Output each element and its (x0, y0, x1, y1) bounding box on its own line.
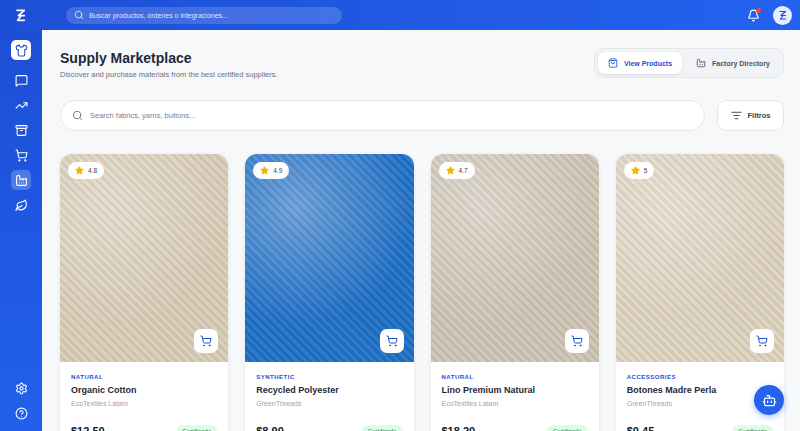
sidebar (0, 30, 42, 431)
product-supplier: GreenThreads (256, 400, 402, 407)
certified-badge: Certificado (362, 425, 403, 431)
view-toggle-button[interactable]: Factory Directory (686, 52, 780, 74)
filter-button[interactable]: Filtros (717, 100, 784, 131)
product-search-placeholder: Search fabrics, yarns, buttons... (90, 111, 195, 120)
help-icon (15, 407, 28, 420)
product-category: NATURAL (71, 374, 217, 380)
global-search[interactable]: Buscar productos, órdenes o integracione… (66, 7, 342, 24)
sidebar-item[interactable] (11, 70, 31, 90)
page-subtitle: Discover and purchase materials from the… (60, 70, 278, 79)
user-avatar[interactable] (773, 6, 792, 25)
view-toggle-button[interactable]: View Products (598, 52, 682, 74)
product-price: $12.50 (71, 425, 105, 431)
product-supplier: EcoTextiles Latam (71, 400, 217, 407)
product-card[interactable]: 4.7 NATURAL Lino Premium Natural EcoTextile… (431, 154, 599, 431)
logo-icon (13, 7, 29, 23)
cart-icon (200, 335, 212, 347)
bag-icon (608, 58, 618, 68)
rating-badge: 4.7 (439, 162, 475, 179)
cart-icon (571, 335, 583, 347)
page-title: Supply Marketplace (60, 50, 278, 66)
logo[interactable] (0, 7, 42, 23)
avatar-logo-icon (777, 9, 789, 21)
view-toggle: View ProductsFactory Directory (594, 48, 784, 78)
star-icon (631, 166, 640, 175)
certified-badge: Certificado (732, 425, 773, 431)
sidebar-item[interactable] (11, 40, 31, 60)
product-card[interactable]: 4.9 SYNTHETIC Recycled Polyester GreenThrea… (245, 154, 413, 431)
rating-badge: 5 (624, 162, 655, 179)
sidebar-item[interactable] (11, 145, 31, 165)
product-photo: 5 (616, 154, 784, 362)
add-to-cart-button[interactable] (194, 329, 218, 353)
cart-icon (386, 335, 398, 347)
product-category: ACCESSORIES (627, 374, 773, 380)
app-shell: Buscar productos, órdenes o integracione… (0, 0, 800, 431)
product-price: $18.20 (442, 425, 476, 431)
add-to-cart-button[interactable] (565, 329, 589, 353)
product-supplier: EcoTextiles Latam (442, 400, 588, 407)
product-supplier: GreenThreads (627, 400, 773, 407)
top-bar: Buscar productos, órdenes o integracione… (0, 0, 800, 30)
product-name: Organic Cotton (71, 385, 217, 395)
rating-badge: 4.9 (253, 162, 289, 179)
sidebar-item-icon (15, 199, 28, 212)
product-name: Lino Premium Natural (442, 385, 588, 395)
product-price: $0.45 (627, 425, 655, 431)
product-photo: 4.7 (431, 154, 599, 362)
sidebar-item[interactable] (11, 95, 31, 115)
product-card[interactable]: 4.8 NATURAL Organic Cotton EcoTextiles Lata… (60, 154, 228, 431)
rating-badge: 4.8 (68, 162, 104, 179)
add-to-cart-button[interactable] (750, 329, 774, 353)
sidebar-footer-item[interactable] (11, 378, 31, 398)
certified-badge: Certificado (547, 425, 588, 431)
sidebar-item-icon (15, 74, 28, 87)
cart-icon (756, 335, 768, 347)
sidebar-footer-item[interactable] (11, 403, 31, 423)
star-icon (446, 166, 455, 175)
product-grid: 4.8 NATURAL Organic Cotton EcoTextiles Lata… (60, 154, 784, 431)
bot-icon (762, 393, 777, 408)
sidebar-item[interactable] (11, 120, 31, 140)
sidebar-item-icon (15, 149, 28, 162)
settings-icon (15, 382, 28, 395)
sidebar-item-icon (15, 124, 28, 137)
assistant-button[interactable] (754, 385, 784, 415)
star-icon (260, 166, 269, 175)
product-price: $8.90 (256, 425, 284, 431)
product-photo: 4.8 (60, 154, 228, 362)
factory-icon (696, 58, 706, 68)
filter-icon (731, 110, 742, 121)
add-to-cart-button[interactable] (380, 329, 404, 353)
product-category: NATURAL (442, 374, 588, 380)
notifications-button[interactable] (747, 9, 760, 22)
product-photo: 4.9 (245, 154, 413, 362)
unread-dot (756, 8, 761, 13)
sidebar-item-icon (15, 174, 28, 187)
sidebar-item[interactable] (11, 195, 31, 215)
global-search-placeholder: Buscar productos, órdenes o integracione… (89, 12, 228, 19)
search-icon (74, 10, 84, 20)
main-content: Supply Marketplace Discover and purchase … (42, 30, 800, 431)
product-name: Recycled Polyester (256, 385, 402, 395)
sidebar-item-icon (15, 99, 28, 112)
sidebar-item-icon (15, 44, 28, 57)
sidebar-item[interactable] (11, 170, 31, 190)
product-category: SYNTHETIC (256, 374, 402, 380)
product-search[interactable]: Search fabrics, yarns, buttons... (60, 100, 705, 131)
star-icon (75, 166, 84, 175)
certified-badge: Certificado (177, 425, 218, 431)
product-name: Botones Madre Perla (627, 385, 773, 395)
search-icon (72, 110, 83, 121)
